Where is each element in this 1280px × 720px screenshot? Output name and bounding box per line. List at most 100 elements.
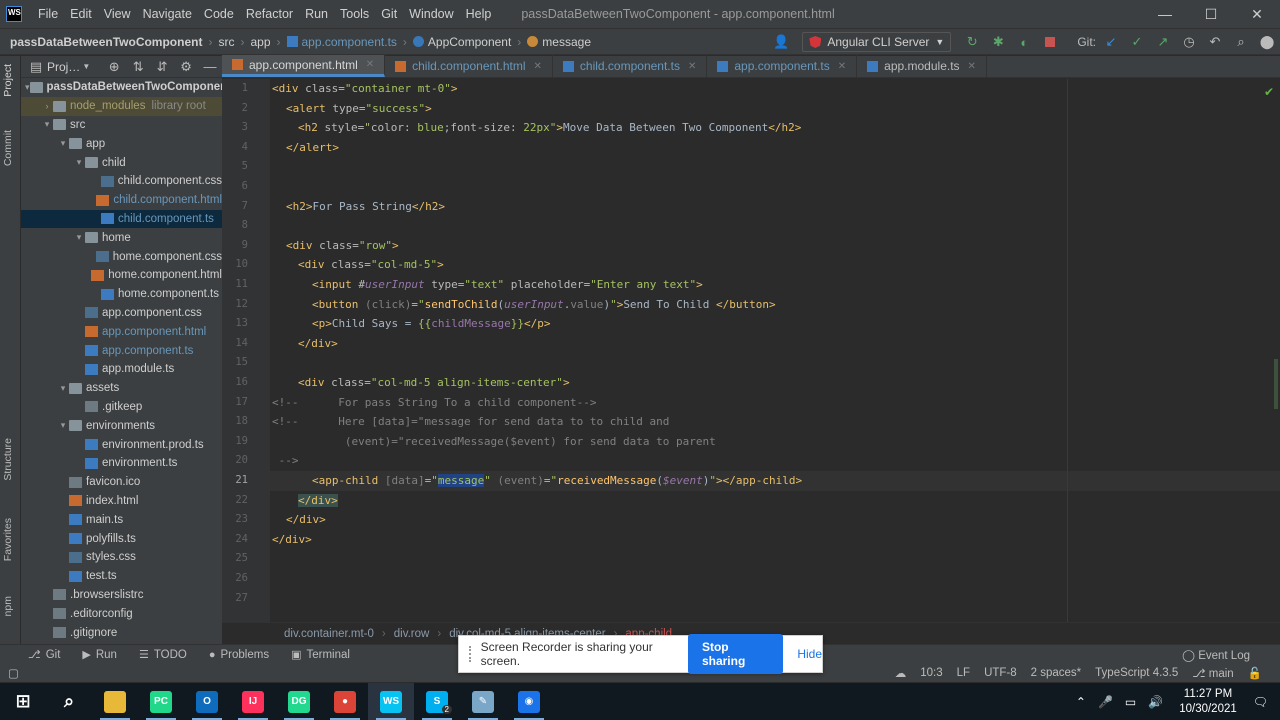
tree-file[interactable]: child.component.css [21,172,222,191]
file-encoding[interactable]: UTF-8 [984,667,1017,679]
tree-file[interactable]: environment.prod.ts [21,435,222,454]
taskbar-file-explorer[interactable] [92,683,138,720]
minimize-button[interactable]: — [1142,0,1188,28]
line-separator[interactable]: LF [957,667,970,679]
tool-terminal[interactable]: ▣ Terminal [291,648,350,662]
menu-tools[interactable]: Tools [334,7,375,21]
rerun-icon[interactable]: ↻ [961,31,983,53]
hide-panel-icon[interactable]: — [198,59,222,74]
chevron-up-icon[interactable]: ⌃ [1076,695,1086,709]
code-editor[interactable]: 1 2 3 4 5 6 7 8 9 10 11 12 13 14 15 16 17 18 19 20 21 22 23 24 2… [222,79,1280,622]
expand-arrow-icon[interactable]: ▾ [73,232,85,243]
menu-help[interactable]: Help [460,7,498,21]
hide-button[interactable]: Hide [797,647,822,661]
close-tab-icon[interactable]: ✕ [968,61,976,72]
taskbar-datagrip[interactable]: DG [276,683,322,720]
expand-arrow-icon[interactable]: ▾ [57,383,69,394]
tree-folder[interactable]: ▾ home [21,228,222,247]
crumb-file[interactable]: app.component.ts [286,35,397,49]
taskbar-webstorm[interactable]: WS [368,683,414,720]
close-tab-icon[interactable]: ✕ [534,61,542,72]
tree-file[interactable]: app.component.ts [21,341,222,360]
tree-folder[interactable]: ▾ assets [21,379,222,398]
menu-view[interactable]: View [98,7,137,21]
editor-tab[interactable]: child.component.ts ✕ [553,55,708,77]
tree-file[interactable]: app.module.ts [21,360,222,379]
side-tab-commit[interactable]: Commit [2,130,14,166]
inspection-ok-icon[interactable]: ✔ [1264,85,1274,99]
volume-icon[interactable]: 🔊 [1148,695,1163,709]
menu-code[interactable]: Code [198,7,240,21]
taskbar-chrome[interactable]: ● [322,683,368,720]
tree-file[interactable]: styles.css [21,548,222,567]
tree-file[interactable]: .gitignore [21,623,222,642]
tool-problems[interactable]: ● Problems [209,648,269,661]
network-icon[interactable]: ▭ [1125,695,1136,709]
tool-run[interactable]: ▶ Run [82,648,117,662]
locate-icon[interactable]: ⊕ [102,59,126,75]
expand-arrow-icon[interactable]: ▾ [57,420,69,431]
close-button[interactable]: ✕ [1234,0,1280,28]
menu-git[interactable]: Git [375,7,403,21]
chevron-down-icon[interactable]: ▼ [82,62,90,71]
crumb-src[interactable]: src [218,35,234,49]
ed-crumb-row[interactable]: div.row [394,628,430,640]
taskbar-intellij[interactable]: IJ [230,683,276,720]
editor-tab[interactable]: app.component.ts ✕ [707,55,858,77]
menu-refactor[interactable]: Refactor [240,7,299,21]
git-update-icon[interactable]: ↙ [1100,31,1122,53]
taskbar-search[interactable]: ⌕ [46,683,92,720]
expand-arrow-icon[interactable]: ▾ [73,157,85,168]
expand-arrow-icon[interactable]: ▾ [25,82,30,93]
gear-icon[interactable]: ⚙ [174,59,198,75]
close-tab-icon[interactable]: ✕ [366,59,374,70]
tree-file[interactable]: .browserslistrc [21,586,222,605]
tree-file[interactable]: index.html [21,492,222,511]
menu-edit[interactable]: Edit [64,7,98,21]
tree-file[interactable]: test.ts [21,567,222,586]
tree-folder[interactable]: ▾ app [21,134,222,153]
tree-folder[interactable]: ▾ src [21,116,222,135]
tree-folder[interactable]: ▾ environments [21,416,222,435]
tree-file[interactable]: .editorconfig [21,604,222,623]
caret-position[interactable]: 10:3 [920,667,942,679]
maximize-button[interactable]: ☐ [1188,0,1234,28]
close-tab-icon[interactable]: ✕ [688,61,696,72]
tree-file[interactable]: favicon.ico [21,473,222,492]
notifications-icon[interactable]: 🗨 [1253,695,1268,709]
ed-crumb-container[interactable]: div.container.mt-0 [284,628,374,640]
run-config-dropdown[interactable]: Angular CLI Server ▼ [802,32,952,52]
git-push-icon[interactable]: ↗ [1152,31,1174,53]
side-tab-favorites[interactable]: Favorites [2,518,14,561]
side-tab-npm[interactable]: npm [2,596,14,616]
crumb-field[interactable]: message [527,35,591,49]
tree-folder[interactable]: ▾ passDataBetweenTwoComponent [21,78,231,97]
user-icon[interactable]: 👤 [770,31,792,53]
collapse-all-icon[interactable]: ⇵ [150,59,174,75]
tree-file[interactable]: home.component.html [21,266,222,285]
indent-setting[interactable]: 2 spaces* [1031,667,1082,679]
expand-arrow-icon[interactable]: › [41,101,53,111]
tree-file[interactable]: home.component.css [21,247,222,266]
language-service[interactable]: TypeScript 4.3.5 [1095,667,1178,679]
stop-icon[interactable] [1039,31,1061,53]
event-log-button[interactable]: ◯ Event Log [1182,648,1250,662]
tree-file[interactable]: app.component.html [21,322,222,341]
editor-tab[interactable]: child.component.html ✕ [385,55,553,77]
menu-navigate[interactable]: Navigate [137,7,198,21]
menu-file[interactable]: File [32,7,64,21]
tree-folder[interactable]: › node_modules library root [21,96,222,116]
tree-file[interactable]: polyfills.ts [21,529,222,548]
clock[interactable]: 11:27 PM 10/30/2021 [1179,687,1237,717]
tree-file[interactable]: child.component.ts [21,209,222,229]
settings-icon[interactable]: ⬤ [1256,31,1278,53]
tool-todo[interactable]: ☰ TODO [139,648,187,662]
expand-arrow-icon[interactable]: ▾ [41,119,53,130]
drag-handle-icon[interactable] [469,646,475,662]
tree-folder[interactable]: ▾ child [21,153,222,172]
taskbar-windows-start[interactable]: ⊞ [0,683,46,720]
crumb-project[interactable]: passDataBetweenTwoComponent [10,35,202,49]
side-tab-project[interactable]: Project [2,64,14,97]
lock-icon[interactable]: 🔓 [1248,666,1262,680]
close-tab-icon[interactable]: ✕ [838,61,846,72]
